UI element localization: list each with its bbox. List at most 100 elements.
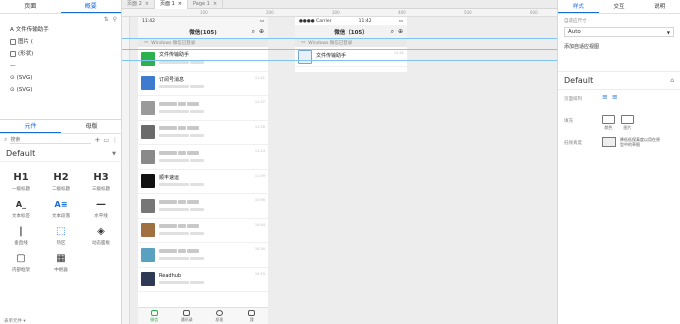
component-repeater[interactable]: ▦ 中继器 <box>42 249 80 276</box>
chat-row[interactable]: 11:37 <box>138 96 268 121</box>
tab-interaction[interactable]: 交互 <box>599 0 640 13</box>
more-icon[interactable]: ⋮ <box>112 137 118 144</box>
redacted-text <box>187 150 199 155</box>
component-text-label[interactable]: A_ 文本标签 <box>2 195 40 222</box>
fill-color-button[interactable]: 颜色 <box>602 115 615 131</box>
component-glyph: ▦ <box>56 252 66 264</box>
wechat-phone-mockup[interactable]: 11:42 ▭ 微信(105) ⌕ ⊕ ▭ Windows 微信已登录 文件传输助… <box>138 17 268 324</box>
fill-row: 填充 颜色 图片 <box>558 112 680 134</box>
page-tab[interactable]: Page 1 × <box>188 0 224 9</box>
outline-item[interactable]: ⊙ (SVG) <box>0 72 121 84</box>
chat-name: 文件传输助手 <box>159 52 190 59</box>
tab-notes[interactable]: 说明 <box>639 0 680 13</box>
tab-components[interactable]: 元件 <box>0 120 61 133</box>
form-components-toggle[interactable]: 表单元件 ▾ <box>4 318 26 324</box>
components-panel: 元件 母版 ⌕ + ▭ ⋮ Default ▼ H1 一级标题 H2 二级标题 H3… <box>0 119 122 324</box>
close-icon[interactable]: × <box>178 0 182 9</box>
search-input[interactable] <box>10 136 92 144</box>
vertical-ruler <box>122 17 130 324</box>
outline-item[interactable]: A 文件传输助手 <box>0 24 121 36</box>
chat-row[interactable]: 11:30 <box>138 121 268 145</box>
chat-row[interactable]: Readhub 10:15 <box>138 268 268 292</box>
filter-icon[interactable]: ⚲ <box>113 16 117 23</box>
chat-time: 11:30 <box>254 124 265 129</box>
outline-item[interactable]: 图片 ( <box>0 36 121 48</box>
tab-pages[interactable]: 页面 <box>0 0 61 13</box>
page-tab[interactable]: 页面 2 × <box>122 0 155 9</box>
monitor-icon: ▭ <box>301 40 306 45</box>
low-fidelity-toggle-icon[interactable] <box>602 137 616 147</box>
wechat-phone-mockup-2[interactable]: ●●●● Carrier 11:42 ▭ 微信（105） ⌕ ⊕ ▭ Window… <box>295 17 407 72</box>
chat-text <box>159 199 205 212</box>
windows-login-bar[interactable]: ▭ Windows 微信已登录 <box>138 38 268 47</box>
align-left-icon[interactable]: ≡ <box>602 93 608 101</box>
tab-style[interactable]: 样式 <box>558 0 599 13</box>
chat-preview <box>159 280 205 286</box>
chat-row[interactable]: 11:24 <box>138 145 268 170</box>
tabbar-item-chats[interactable]: 微信 <box>138 308 171 324</box>
horizontal-ruler: 100 200 300 400 500 600 <box>122 9 557 17</box>
windows-login-bar-2[interactable]: ▭ Windows 微信已登录 <box>295 38 407 47</box>
low-fidelity-label: 低保真度 <box>564 141 582 146</box>
chat-row[interactable]: 10:30 <box>138 243 268 268</box>
shape-icon <box>10 51 16 57</box>
folder-icon[interactable]: ▭ <box>103 137 109 144</box>
outline-item[interactable]: ⊙ (SVG) <box>0 84 121 96</box>
component-paragraph[interactable]: A≡ 文本段落 <box>42 195 80 222</box>
fill-image-button[interactable]: 图片 <box>621 115 634 131</box>
align-center-icon[interactable]: ≡ <box>612 93 618 101</box>
add-adaptive-view-link[interactable]: 添加自适应视图 <box>564 43 674 50</box>
chat-preview <box>159 231 205 237</box>
component-vline[interactable]: | 垂直线 <box>2 222 40 249</box>
right-panel: 样式 交互 说明 自适应尺寸 Auto ▼ 添加自适应视图 Default ⌂ 页… <box>557 0 680 324</box>
component-hline[interactable]: — 水平线 <box>82 195 120 222</box>
tabbar-item-me[interactable]: 我 <box>236 308 269 324</box>
component-hotspot[interactable]: ⬚ 热区 <box>42 222 80 249</box>
battery-icon: ▭ <box>259 18 264 24</box>
chat-row[interactable]: 订阅号消息 11:41 <box>138 72 268 96</box>
add-circle-icon[interactable]: ⊕ <box>398 28 403 36</box>
style-edit-icon[interactable]: ⌂ <box>670 77 674 84</box>
redacted-text <box>159 60 189 64</box>
library-select[interactable]: Default ▼ <box>0 146 122 162</box>
tabbar-item-discover[interactable]: 发现 <box>203 308 236 324</box>
guide-line[interactable] <box>122 38 557 39</box>
component-h3[interactable]: H3 三级标题 <box>82 168 120 195</box>
component-label: 文本段落 <box>52 213 70 219</box>
tab-masters[interactable]: 母版 <box>61 120 122 133</box>
close-icon[interactable]: × <box>213 0 217 9</box>
close-icon[interactable]: × <box>145 0 149 9</box>
component-h2[interactable]: H2 二级标题 <box>42 168 80 195</box>
sort-icon[interactable]: ⇅ <box>104 16 109 23</box>
add-icon[interactable]: + <box>94 136 100 144</box>
component-label: 中继器 <box>54 267 68 273</box>
tabbar-label: 发现 <box>215 316 224 322</box>
redacted-text <box>178 199 186 204</box>
outline-item[interactable]: — <box>0 60 121 72</box>
search-icon[interactable]: ⌕ <box>252 28 255 36</box>
chat-row[interactable]: 文件传输助手 11:42 <box>295 47 407 67</box>
tab-outline[interactable]: 概要 <box>60 0 121 13</box>
outline-list: A 文件传输助手 图片 ( (形状) — ⊙ (SVG) ⊙ (SVG) <box>0 24 121 96</box>
chat-row[interactable]: 10:56 <box>138 194 268 219</box>
adaptive-select[interactable]: Auto ▼ <box>564 27 674 37</box>
chat-row[interactable]: 顺丰速运 11:09 <box>138 170 268 194</box>
component-glyph: A≡ <box>54 199 68 209</box>
guide-line[interactable] <box>122 60 557 61</box>
component-h1[interactable]: H1 一级标题 <box>2 168 40 195</box>
search-icon[interactable]: ⌕ <box>391 28 394 36</box>
image-icon <box>298 49 312 64</box>
component-glyph: A_ <box>15 199 27 209</box>
add-circle-icon[interactable]: ⊕ <box>259 28 264 36</box>
redacted-text <box>190 256 204 260</box>
redacted-text <box>187 199 199 204</box>
avatar <box>141 76 155 91</box>
outline-item[interactable]: (形状) <box>0 48 121 60</box>
page-tab[interactable]: 页面 1 × <box>154 0 188 9</box>
component-inline-frame[interactable]: ▢ 内部框架 <box>2 249 40 276</box>
guide-line[interactable] <box>122 49 557 50</box>
component-dynamic-panel[interactable]: ◈ 动态面板 <box>82 222 120 249</box>
chat-row[interactable]: 10:44 <box>138 219 268 243</box>
tabbar-item-contacts[interactable]: 通讯录 <box>171 308 204 324</box>
redacted-text <box>178 150 186 155</box>
